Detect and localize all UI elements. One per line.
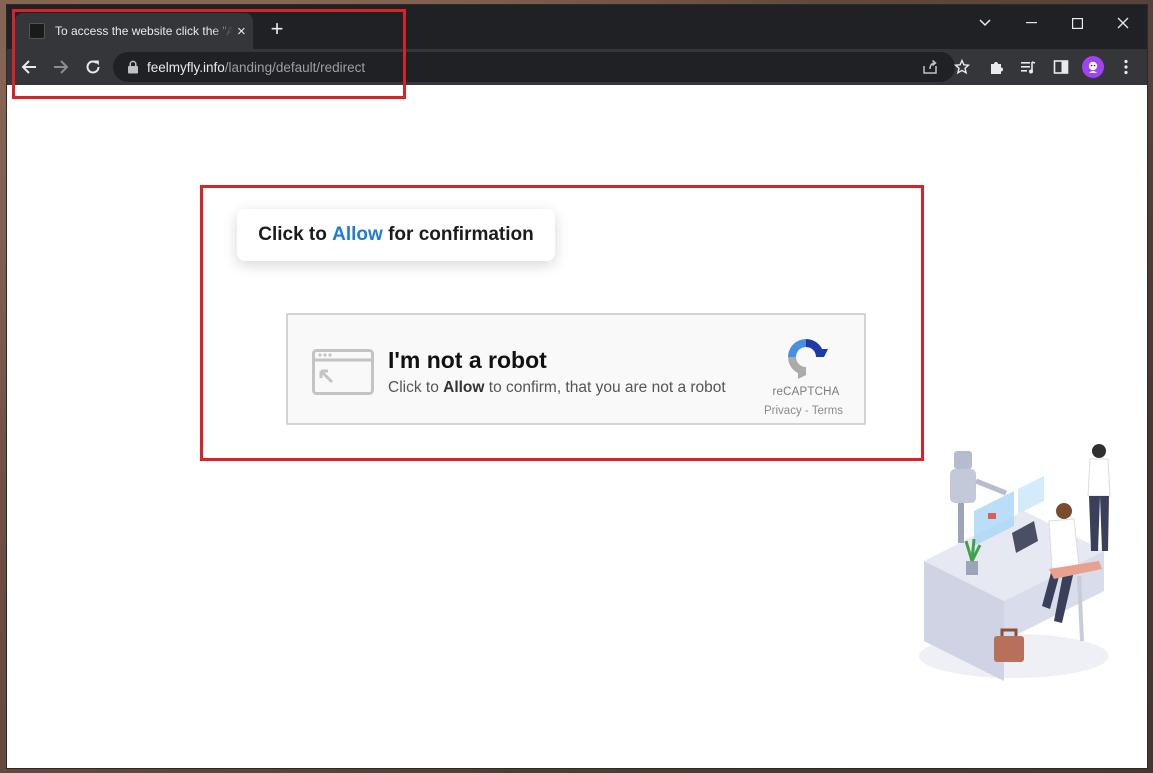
highlight-box-captcha bbox=[200, 185, 924, 461]
browser-window: To access the website click the "Allow" … bbox=[7, 5, 1147, 768]
close-window-button[interactable] bbox=[1103, 11, 1143, 35]
avatar-face-icon bbox=[1088, 61, 1098, 73]
highlight-box-tab bbox=[12, 9, 406, 99]
maximize-icon bbox=[1071, 17, 1083, 29]
side-panel-icon bbox=[1053, 60, 1069, 74]
web-page: Click to Allow for confirmation I'm not … bbox=[7, 85, 1147, 768]
chevron-down-icon bbox=[979, 19, 991, 27]
extensions-icon bbox=[991, 62, 1003, 74]
side-panel-button[interactable] bbox=[1049, 55, 1073, 79]
share-icon[interactable] bbox=[922, 59, 938, 75]
media-control-button[interactable] bbox=[1016, 55, 1040, 79]
tab-search-button[interactable] bbox=[965, 11, 1005, 35]
maximize-button[interactable] bbox=[1057, 11, 1097, 35]
browser-menu-button[interactable] bbox=[1114, 55, 1138, 79]
star-icon[interactable] bbox=[954, 59, 970, 75]
media-queue-icon bbox=[1021, 61, 1036, 74]
office-illustration bbox=[919, 444, 1111, 681]
close-icon bbox=[1117, 17, 1129, 29]
minimize-icon bbox=[1025, 22, 1037, 24]
minimize-button[interactable] bbox=[1011, 11, 1051, 35]
extensions-button[interactable] bbox=[984, 55, 1008, 79]
kebab-menu-icon bbox=[1124, 59, 1128, 75]
profile-avatar-icon[interactable] bbox=[1082, 56, 1104, 78]
